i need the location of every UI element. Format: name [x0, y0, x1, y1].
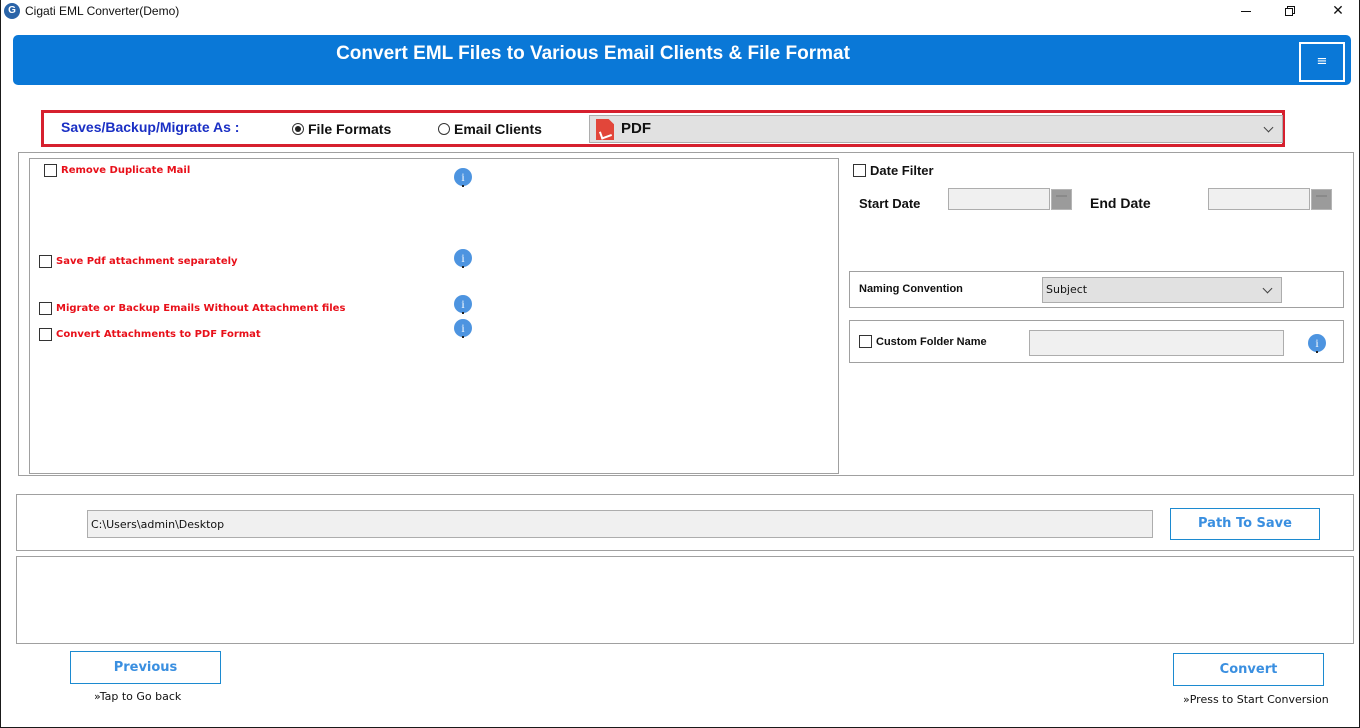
pdf-icon	[596, 119, 614, 140]
convert-hint: »Press to Start Conversion	[1183, 693, 1329, 706]
minimize-icon	[1241, 11, 1251, 12]
save-as-panel: Saves/Backup/Migrate As : File Formats E…	[41, 110, 1285, 147]
restore-icon-front	[1285, 8, 1293, 16]
checkbox[interactable]	[853, 164, 866, 177]
menu-button[interactable]: ≡	[1299, 42, 1345, 82]
naming-convention-label: Naming Convention	[859, 283, 963, 295]
remove-duplicate-option[interactable]: Remove Duplicate Mail	[44, 164, 190, 177]
checkbox[interactable]	[39, 302, 52, 315]
naming-convention-panel: Naming Convention Subject	[849, 271, 1344, 308]
previous-button[interactable]: Previous	[70, 651, 221, 684]
radio-file-formats[interactable]: File Formats	[292, 121, 391, 137]
close-icon: ✕	[1332, 3, 1344, 19]
end-date-label: End Date	[1090, 195, 1151, 211]
restore-button[interactable]	[1269, 0, 1315, 24]
info-icon[interactable]: i	[454, 168, 472, 187]
header-banner: Convert EML Files to Various Email Clien…	[13, 35, 1351, 85]
convert-attachments-option[interactable]: Convert Attachments to PDF Format	[39, 328, 261, 341]
without-attachment-option[interactable]: Migrate or Backup Emails Without Attachm…	[39, 302, 345, 315]
options-left-panel: Remove Duplicate Mail i Save Pdf attachm…	[29, 158, 839, 474]
custom-folder-input[interactable]	[1029, 330, 1284, 356]
start-date-input[interactable]	[948, 188, 1050, 210]
checkbox[interactable]	[44, 164, 57, 177]
radio-unselected-icon	[438, 123, 450, 135]
calendar-icon[interactable]	[1051, 189, 1072, 210]
radio-file-formats-label: File Formats	[308, 121, 392, 137]
minimize-button[interactable]	[1225, 0, 1271, 24]
date-filter-option[interactable]: Date Filter	[853, 163, 934, 178]
chevron-down-icon	[1263, 122, 1274, 133]
remove-duplicate-label: Remove Duplicate Mail	[61, 165, 191, 176]
radio-email-clients[interactable]: Email Clients	[438, 121, 542, 137]
checkbox[interactable]	[39, 255, 52, 268]
save-pdf-attachment-option[interactable]: Save Pdf attachment separately	[39, 255, 238, 268]
end-date-input[interactable]	[1208, 188, 1310, 210]
title-bar: G Cigati EML Converter(Demo) ✕	[1, 0, 1359, 24]
naming-convention-value: Subject	[1046, 283, 1088, 296]
start-date-label: Start Date	[859, 196, 921, 211]
info-icon[interactable]: i	[454, 319, 472, 338]
without-attachment-label: Migrate or Backup Emails Without Attachm…	[56, 303, 346, 314]
info-icon[interactable]: i	[454, 295, 472, 314]
log-panel	[16, 556, 1354, 644]
custom-folder-label: Custom Folder Name	[876, 335, 987, 348]
path-to-save-button[interactable]: Path To Save	[1170, 508, 1320, 540]
format-select-value: PDF	[621, 120, 651, 137]
save-as-label: Saves/Backup/Migrate As :	[61, 119, 240, 135]
info-icon[interactable]: i	[454, 249, 472, 268]
app-logo-icon: G	[4, 3, 20, 19]
convert-button[interactable]: Convert	[1173, 653, 1324, 686]
window-title: Cigati EML Converter(Demo)	[25, 4, 180, 18]
options-panel: Remove Duplicate Mail i Save Pdf attachm…	[18, 152, 1354, 476]
radio-selected-icon	[292, 123, 304, 135]
naming-convention-select[interactable]: Subject	[1042, 277, 1282, 303]
save-path-input[interactable]: C:\Users\admin\Desktop	[87, 510, 1153, 538]
format-select[interactable]: PDF	[589, 115, 1283, 143]
radio-email-clients-label: Email Clients	[454, 121, 542, 137]
save-path-value: C:\Users\admin\Desktop	[91, 518, 225, 531]
previous-hint: »Tap to Go back	[94, 690, 182, 703]
hamburger-menu-icon: ≡	[1316, 54, 1328, 69]
calendar-icon[interactable]	[1311, 189, 1332, 210]
app-window: G Cigati EML Converter(Demo) ✕ Convert E…	[0, 0, 1360, 728]
save-path-panel: C:\Users\admin\Desktop Path To Save	[16, 494, 1354, 551]
close-button[interactable]: ✕	[1315, 0, 1360, 24]
chevron-down-icon	[1262, 283, 1273, 294]
checkbox[interactable]	[859, 335, 872, 348]
convert-attachments-label: Convert Attachments to PDF Format	[56, 329, 261, 340]
page-title: Convert EML Files to Various Email Clien…	[336, 43, 850, 64]
info-icon[interactable]: i	[1308, 334, 1326, 353]
custom-folder-option[interactable]: Custom Folder Name	[859, 335, 987, 348]
save-pdf-attachment-label: Save Pdf attachment separately	[56, 256, 238, 267]
date-filter-label: Date Filter	[870, 163, 934, 178]
checkbox[interactable]	[39, 328, 52, 341]
custom-folder-panel: Custom Folder Name i	[849, 320, 1344, 363]
